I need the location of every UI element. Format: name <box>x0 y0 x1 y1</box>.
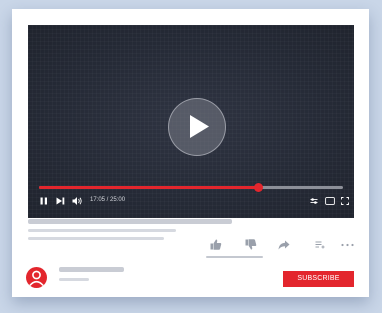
thumbs-down-icon[interactable] <box>245 239 257 250</box>
user-icon <box>29 270 44 287</box>
channel-name-placeholder <box>59 267 124 272</box>
add-to-playlist-icon[interactable] <box>315 241 326 249</box>
settings-icon[interactable] <box>310 197 318 205</box>
time-display: 17:05 / 25:00 <box>90 197 126 203</box>
description-line <box>28 237 164 240</box>
subscribe-button[interactable]: SUBSCRIBE <box>283 271 354 287</box>
play-button[interactable] <box>168 98 226 156</box>
pause-icon[interactable] <box>40 197 48 205</box>
video-title-placeholder <box>28 219 232 224</box>
miniplayer-icon[interactable] <box>325 197 335 205</box>
avatar[interactable] <box>26 267 47 288</box>
thumbs-up-icon[interactable] <box>210 239 222 250</box>
video-player[interactable]: 17:05 / 25:00 <box>28 25 354 218</box>
progress-fill <box>39 186 258 189</box>
share-icon[interactable] <box>278 240 290 250</box>
video-card: 17:05 / 25:00 SUBSCRIBE <box>12 9 369 297</box>
skip-next-icon[interactable] <box>56 197 65 205</box>
progress-handle[interactable] <box>253 183 263 192</box>
fullscreen-icon[interactable] <box>341 197 349 205</box>
progress-bar[interactable] <box>39 183 343 192</box>
more-icon[interactable] <box>341 243 354 247</box>
play-icon <box>190 115 209 138</box>
subscriber-count-placeholder <box>59 278 89 281</box>
volume-icon[interactable] <box>72 196 83 206</box>
description-line <box>28 229 176 232</box>
sentiment-bar <box>206 256 263 258</box>
